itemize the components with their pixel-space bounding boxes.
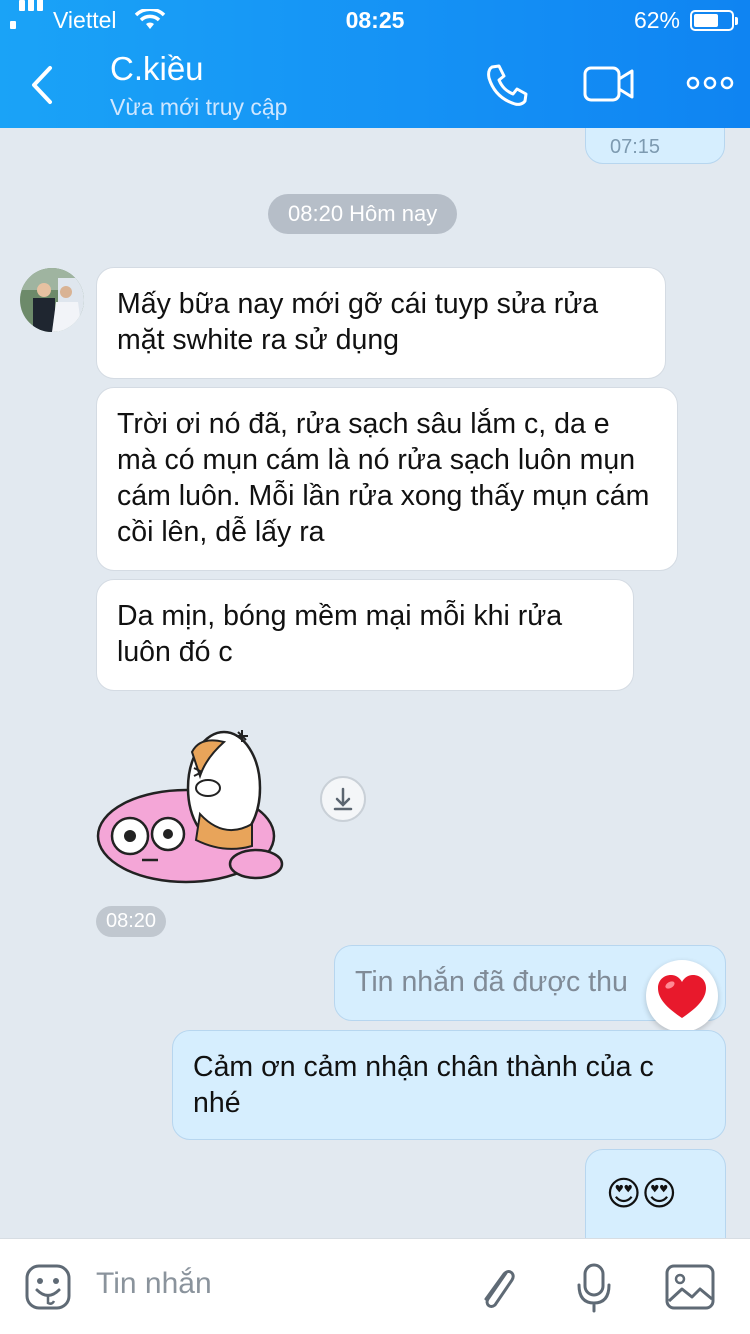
emoji-message: 😍😍 — [606, 1175, 677, 1213]
message-bubble-outgoing[interactable]: Cảm ơn cảm nhận chân thành của c nhé — [172, 1030, 726, 1140]
more-dots-icon[interactable] — [686, 76, 734, 90]
status-bar: Viettel 08:25 62% — [0, 0, 750, 40]
sticker-face-icon[interactable] — [24, 1263, 72, 1311]
contact-photo — [20, 268, 84, 332]
download-icon — [333, 787, 353, 811]
contact-status: Vừa mới truy cập — [110, 94, 288, 120]
video-camera-icon[interactable] — [583, 64, 635, 104]
image-icon[interactable] — [664, 1263, 716, 1311]
message-bubble-incoming[interactable]: Mấy bữa nay mới gỡ cái tuyp sửa rửa mặt … — [96, 267, 666, 379]
download-button[interactable] — [320, 776, 366, 822]
hamster-sticker[interactable] — [96, 728, 296, 888]
phone-icon[interactable] — [484, 62, 530, 108]
reaction-badge[interactable] — [646, 960, 718, 1032]
chat-header: Viettel 08:25 62% C.kiều Vừa mới truy cậ… — [0, 0, 750, 128]
battery-percent: 62% — [633, 7, 680, 33]
message-bubble-incoming[interactable]: Da mịn, bóng mềm mại mỗi khi rửa luôn đó… — [96, 579, 634, 691]
avatar[interactable] — [20, 268, 84, 332]
recalled-message-text: Tin nhắn đã được thu — [355, 966, 628, 998]
heart-icon — [658, 975, 706, 1018]
microphone-icon[interactable] — [574, 1261, 614, 1315]
message-input[interactable]: Tin nhắn — [96, 1267, 212, 1301]
back-arrow-icon[interactable] — [24, 60, 64, 110]
message-time: 07:15 — [610, 136, 661, 158]
battery-icon — [690, 10, 738, 31]
paperclip-icon[interactable] — [476, 1263, 520, 1313]
message-bubble-incoming[interactable]: Trời ơi nó đã, rửa sạch sâu lắm c, da e … — [96, 387, 678, 571]
date-divider: 08:20 Hôm nay — [268, 194, 458, 234]
message-bubble-outgoing[interactable]: 07:15 — [585, 128, 725, 164]
sticker-time: 08:20 — [96, 906, 167, 937]
chat-area[interactable]: 07:15 08:20 Hôm nay Mấy bữa nay mới gỡ c… — [0, 128, 750, 1238]
message-input-bar: Tin nhắn — [0, 1238, 750, 1334]
message-bubble-outgoing[interactable]: 😍😍 — [585, 1149, 726, 1238]
contact-name[interactable]: C.kiều — [110, 50, 204, 88]
